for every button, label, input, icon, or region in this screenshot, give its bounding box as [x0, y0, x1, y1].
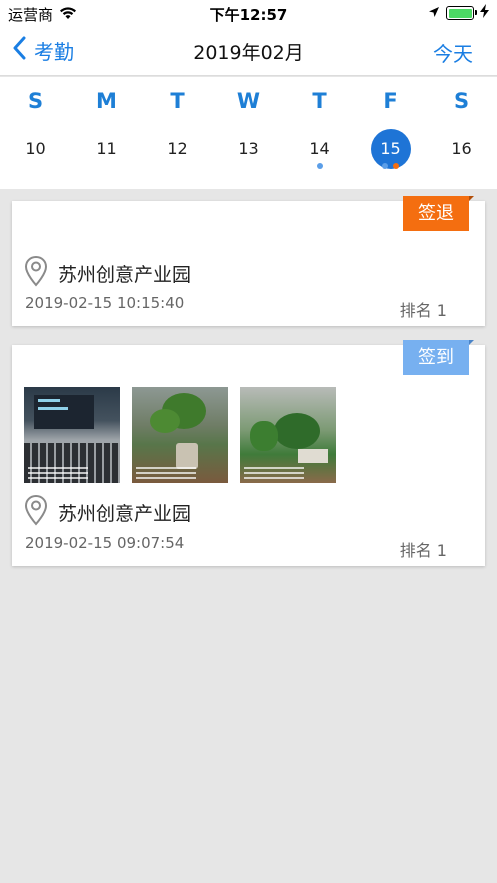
- record-indicator: [284, 163, 355, 169]
- photo-thumbnail[interactable]: [132, 387, 228, 483]
- day-number: 11: [96, 139, 117, 158]
- checkin-dot: [316, 163, 323, 169]
- record-rank: 排名 1: [399, 301, 447, 320]
- record-rank: 排名 1: [399, 541, 447, 560]
- photo-thumbnail[interactable]: [240, 387, 336, 483]
- weekday-label: S: [27, 89, 44, 113]
- location-pin-icon: [24, 255, 48, 291]
- day-number: 10: [25, 139, 46, 158]
- calendar-day-13[interactable]: W 13: [213, 77, 284, 189]
- day-number: 16: [451, 139, 472, 158]
- checkin-dot: [382, 163, 388, 169]
- week-calendar: S 10 M 11 T 12 W 13 T 14 F 15 S 16: [0, 77, 497, 189]
- today-button[interactable]: 今天: [433, 38, 473, 67]
- checkout-dot: [393, 163, 399, 169]
- calendar-day-10[interactable]: S 10: [0, 77, 71, 189]
- calendar-day-12[interactable]: T 12: [142, 77, 213, 189]
- record-time: 2019-02-15 09:07:54: [25, 534, 185, 552]
- location-pin-icon: [24, 494, 48, 530]
- calendar-day-14[interactable]: T 14: [284, 77, 355, 189]
- weekday-label: W: [236, 89, 261, 113]
- day-number: 12: [167, 139, 188, 158]
- navigation-bar: 考勤 2019年02月 今天: [0, 26, 497, 76]
- photo-thumbnail[interactable]: [24, 387, 120, 483]
- charging-icon: [480, 4, 489, 22]
- weekday-label: F: [383, 89, 398, 113]
- location-name: 苏州创意产业园: [58, 502, 192, 525]
- calendar-day-16[interactable]: S 16: [426, 77, 497, 189]
- calendar-day-11[interactable]: M 11: [71, 77, 142, 189]
- photo-strip: [24, 387, 336, 483]
- attendance-record-card[interactable]: 签到 苏州创意产业园 2019-02-15 09:07:54 排名 1: [12, 340, 485, 566]
- weekday-label: M: [96, 89, 117, 113]
- day-number: 13: [238, 139, 259, 158]
- checkin-tag: 签到: [403, 340, 474, 375]
- record-indicator: [355, 163, 426, 169]
- location-arrow-icon: [428, 4, 440, 22]
- calendar-day-15[interactable]: F 15: [355, 77, 426, 189]
- weekday-label: T: [312, 89, 327, 113]
- checkout-tag: 签退: [403, 196, 474, 231]
- weekday-label: S: [453, 89, 470, 113]
- record-time: 2019-02-15 10:15:40: [25, 294, 185, 312]
- weekday-label: T: [170, 89, 185, 113]
- attendance-record-card[interactable]: 签退 苏州创意产业园 2019-02-15 10:15:40 排名 1: [12, 196, 485, 326]
- status-bar: 运营商 下午12:57: [0, 0, 497, 26]
- clock: 下午12:57: [209, 6, 288, 24]
- page-title: 2019年02月: [193, 42, 304, 64]
- battery-icon: [446, 6, 477, 20]
- location-name: 苏州创意产业园: [58, 263, 192, 286]
